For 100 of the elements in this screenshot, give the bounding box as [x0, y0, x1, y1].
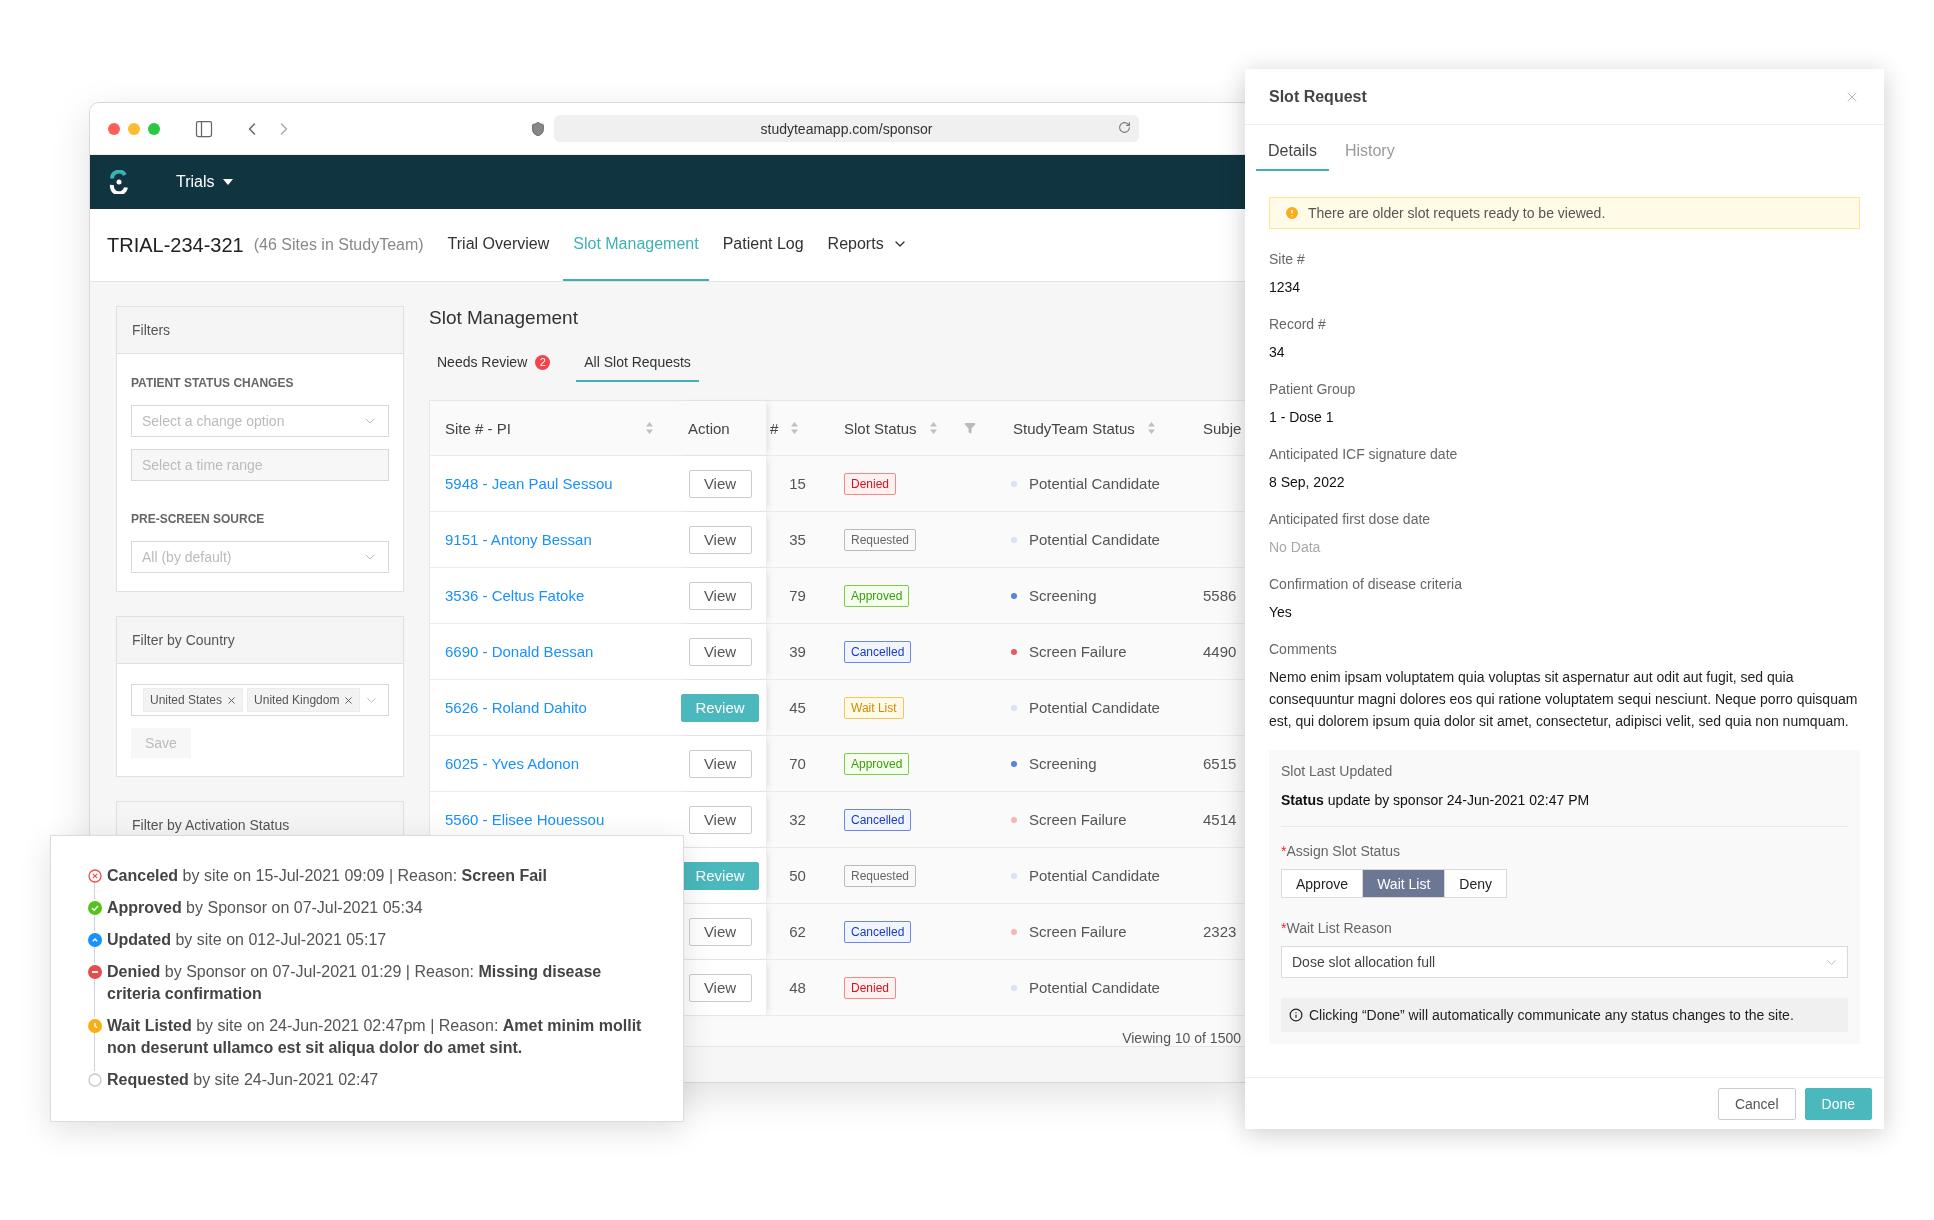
nav-tab[interactable]: Trial Overview [437, 209, 560, 281]
panel-title: Slot Request [1269, 87, 1367, 106]
view-button[interactable]: View [688, 581, 752, 610]
row-number: 45 [789, 699, 806, 716]
page-title: Slot Management [429, 306, 579, 330]
field-label: Slot Last Updated [1281, 762, 1394, 780]
history-entry: Requested by site 24-Jun-2021 02:47 [107, 1070, 379, 1090]
address-bar[interactable]: studyteamapp.com/sponsor [554, 115, 1139, 142]
status-text: Screen Failure [1029, 643, 1127, 660]
status-badge: Cancelled [844, 640, 912, 663]
status-text: Potential Candidate [1029, 531, 1160, 548]
cancel-button[interactable]: Cancel [1717, 1087, 1796, 1120]
history-entry: Canceled by site on 15-Jul-2021 09:09 | Reason: Screen Fail [107, 866, 547, 886]
minus-icon [88, 965, 102, 979]
field-label: Confirmation of disease criteria [1269, 575, 1463, 593]
row-number: 48 [789, 979, 806, 996]
country-tag: United Kingdom [247, 688, 361, 712]
subject-id: 6515 [1203, 755, 1237, 772]
reload-icon[interactable] [1118, 121, 1131, 134]
remove-icon[interactable] [226, 694, 238, 706]
view-button[interactable]: View [688, 973, 752, 1002]
view-button[interactable]: View [688, 805, 752, 834]
row-number: 15 [789, 475, 806, 492]
status-badge: Approved [844, 584, 910, 607]
sidebar-icon[interactable] [194, 118, 214, 139]
note-text: Clicking “Done” will automatically communicate any status changes to the site. [1309, 1007, 1794, 1023]
column-header: # [770, 419, 779, 437]
subject-id: 4514 [1203, 811, 1237, 828]
status-text: Potential Candidate [1029, 475, 1160, 492]
row-number: 62 [789, 923, 806, 940]
status-badge: Approved [844, 752, 910, 775]
circle-icon [88, 1073, 102, 1087]
shield-icon [530, 120, 546, 137]
history-entry: Denied by Sponsor on 07-Jul-2021 01:29 | Reason: Missing disease criteria confirmation [107, 962, 603, 1004]
view-button[interactable]: View [688, 525, 752, 554]
toggle-option[interactable]: Wait List [1363, 870, 1446, 897]
field-label: *Wait List Reason [1281, 920, 1393, 936]
status-badge: Cancelled [844, 920, 912, 943]
remove-icon[interactable] [343, 694, 355, 706]
count-badge: 2 [535, 354, 551, 370]
status-badge: Denied [844, 472, 897, 495]
view-button[interactable]: View [688, 917, 752, 946]
row-number: 70 [789, 755, 806, 772]
status-badge: Requested [844, 528, 917, 551]
country-select[interactable]: United States United Kingdom [131, 684, 389, 716]
card-header: Filters [117, 307, 403, 354]
subject-id: 5586 [1203, 587, 1237, 604]
cancel-icon [88, 869, 102, 883]
field-label: Anticipated first dose date [1269, 510, 1432, 528]
nav-tab[interactable]: Patient Log [712, 209, 814, 281]
subject-id: 4490 [1203, 643, 1237, 660]
status-text: Potential Candidate [1029, 867, 1160, 884]
status-badge: Cancelled [844, 808, 912, 831]
field-label: Comments [1269, 640, 1338, 658]
status-badge: Denied [844, 976, 897, 999]
tab[interactable]: Needs Review 2 [429, 344, 559, 382]
reason-select[interactable]: Dose slot allocation full [1281, 946, 1848, 978]
row-number: 50 [789, 867, 806, 884]
toggle-option[interactable]: Deny [1445, 870, 1506, 897]
pagination-text: Viewing 10 of 1500 [1122, 1030, 1241, 1046]
column-header: Slot Status [844, 419, 917, 437]
field-label: Anticipated ICF signature date [1269, 445, 1459, 463]
column-header: StudyTeam Status [1013, 419, 1135, 437]
sort-icon [645, 421, 654, 435]
field-label: Site # [1269, 250, 1306, 268]
toggle-option[interactable]: Approve [1282, 870, 1364, 897]
field-label: Record # [1269, 315, 1327, 333]
history-entry: Approved by Sponsor on 07-Jul-2021 05:34 [107, 898, 423, 918]
sort-icon [790, 421, 800, 435]
history-entry: Updated by site on 012-Jul-2021 05:17 [107, 930, 387, 950]
field-value: No Data [1269, 538, 1322, 556]
view-button[interactable]: View [688, 469, 752, 498]
filter-icon[interactable] [963, 422, 976, 434]
sort-icon [1146, 421, 1156, 435]
view-button[interactable]: View [688, 749, 752, 778]
window-controls[interactable] [108, 122, 160, 135]
row-number: 79 [789, 587, 806, 604]
tab[interactable]: All Slot Requests [576, 344, 699, 382]
nav-tab[interactable]: Reports [817, 209, 918, 281]
tab[interactable]: Details [1256, 133, 1329, 171]
trials-menu[interactable]: Trials [170, 169, 239, 195]
status-text: Screen Failure [1029, 811, 1127, 828]
trial-id: TRIAL-234-321 [107, 233, 244, 257]
check-icon [88, 901, 102, 915]
caret-up-icon [88, 933, 102, 947]
status-text: Potential Candidate [1029, 699, 1160, 716]
status-text: Screen Failure [1029, 923, 1127, 940]
sort-icon [928, 421, 938, 435]
column-header: Action [688, 419, 730, 437]
field-value: Yes [1269, 603, 1293, 621]
alert-text: There are older slot requets ready to be viewed. [1308, 205, 1606, 221]
status-text: Screening [1029, 755, 1097, 772]
site-count: (46 Sites in StudyTeam) [253, 236, 424, 254]
warning-icon [1284, 205, 1300, 221]
field-value: 34 [1269, 343, 1286, 361]
column-header: Subje [1203, 419, 1242, 437]
view-button[interactable]: View [688, 637, 752, 666]
info-icon [1289, 1008, 1303, 1022]
status-badge: Wait List [844, 696, 904, 719]
section-label: PATIENT STATUS CHANGES [131, 376, 295, 390]
